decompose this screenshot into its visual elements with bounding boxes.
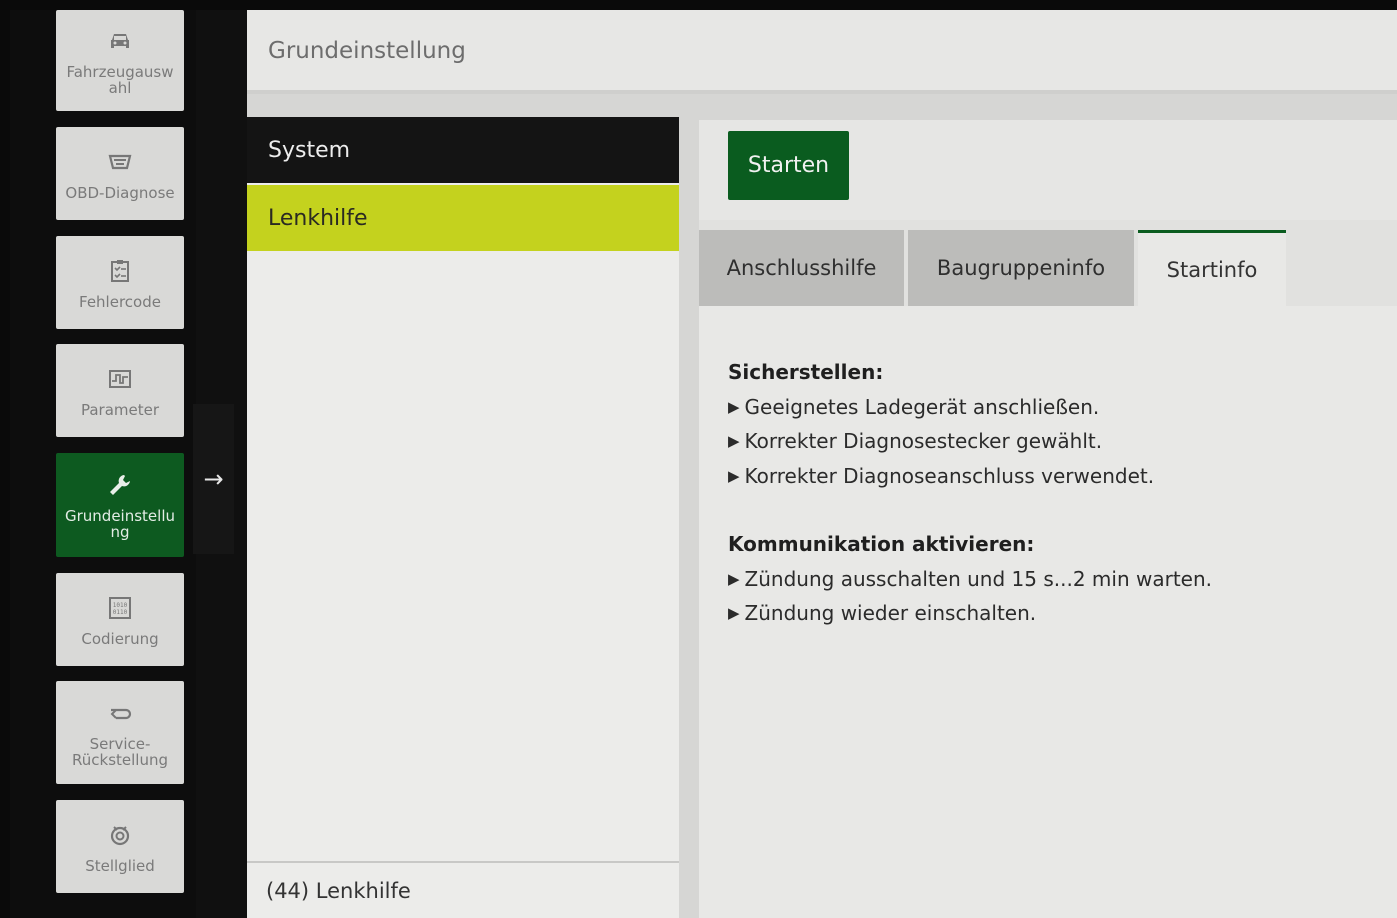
sidebar-item-label: Codierung	[81, 629, 159, 648]
tab-bar: Anschlusshilfe Baugruppeninfo Startinfo	[699, 230, 1397, 306]
screen: Fahrzeugausw ahl OBD-Diagnose Fehlercode…	[10, 10, 1397, 918]
bullet-text: Geeignetes Ladegerät anschließen.	[744, 395, 1100, 419]
bullet-text: Zündung wieder einschalten.	[744, 601, 1037, 625]
bullet-text: Korrekter Diagnoseanschluss verwendet.	[744, 464, 1155, 488]
start-button[interactable]: Starten	[728, 131, 849, 200]
svg-text:1010: 1010	[113, 602, 128, 609]
startinfo-content: Sicherstellen: ▶ Geeignetes Ladegerät ans…	[699, 306, 1397, 918]
car-icon	[105, 26, 135, 56]
triangle-bullet-icon: ▶	[728, 467, 740, 485]
bullet-item: ▶ Geeignetes Ladegerät anschließen.	[728, 395, 1099, 419]
sidebar-item-grundeinstellung[interactable]: Grundeinstellu ng	[56, 453, 184, 557]
triangle-bullet-icon: ▶	[728, 570, 740, 588]
list-header-system: System	[247, 117, 679, 183]
arrow-right-icon: →	[203, 465, 224, 493]
sidebar-item-obd-diagnose[interactable]: OBD-Diagnose	[56, 127, 184, 220]
sidebar-item-label: Fehlercode	[79, 292, 161, 311]
sidebar-item-codierung[interactable]: 1010 0110 Codierung	[56, 573, 184, 666]
checklist-icon	[105, 256, 135, 286]
bullet-item: ▶ Korrekter Diagnosestecker gewählt.	[728, 429, 1102, 453]
bullet-text: Korrekter Diagnosestecker gewählt.	[744, 429, 1103, 453]
tab-baugruppeninfo[interactable]: Baugruppeninfo	[908, 230, 1134, 306]
actuator-icon	[105, 820, 135, 850]
list-footer-selection: (44) Lenkhilfe	[247, 861, 679, 918]
sidebar-item-fahrzeugauswahl[interactable]: Fahrzeugausw ahl	[56, 10, 184, 111]
binary-code-icon: 1010 0110	[105, 593, 135, 623]
sidebar-expand-button[interactable]: →	[193, 404, 234, 554]
sidebar-item-fehlercode[interactable]: Fehlercode	[56, 236, 184, 329]
sidebar-item-stellglied[interactable]: Stellglied	[56, 800, 184, 893]
sidebar: Fahrzeugausw ahl OBD-Diagnose Fehlercode…	[10, 10, 196, 918]
section-title-kommunikation: Kommunikation aktivieren:	[728, 532, 1035, 556]
obd-connector-icon	[105, 147, 135, 177]
content-panel: Starten Anschlusshilfe Baugruppeninfo St…	[699, 120, 1397, 918]
wrench-icon	[105, 470, 135, 500]
sidebar-item-service-rueckstellung[interactable]: Service-Rückstellung	[56, 681, 184, 784]
bullet-text: Zündung ausschalten und 15 s...2 min war…	[744, 567, 1213, 591]
main-area: Grundeinstellung System Lenkhilfe (44) L…	[247, 10, 1397, 918]
sidebar-item-label: Parameter	[80, 400, 160, 419]
bullet-item: ▶ Korrekter Diagnoseanschluss verwendet.	[728, 464, 1154, 488]
service-reset-icon	[105, 698, 135, 728]
start-bar: Starten	[699, 120, 1397, 220]
waveform-icon	[105, 364, 135, 394]
list-item-lenkhilfe[interactable]: Lenkhilfe	[247, 185, 679, 251]
system-list-panel: System Lenkhilfe (44) Lenkhilfe	[247, 117, 679, 918]
page-header: Grundeinstellung	[247, 10, 1397, 94]
sidebar-item-parameter[interactable]: Parameter	[56, 344, 184, 437]
sidebar-item-label: Service-Rückstellung	[72, 734, 168, 769]
section-title-sicherstellen: Sicherstellen:	[728, 360, 884, 384]
triangle-bullet-icon: ▶	[728, 604, 740, 622]
svg-text:0110: 0110	[113, 609, 128, 616]
sidebar-item-label: Stellglied	[85, 856, 155, 875]
sidebar-item-label: OBD-Diagnose	[65, 183, 175, 202]
bullet-item: ▶ Zündung ausschalten und 15 s...2 min wa…	[728, 567, 1212, 591]
triangle-bullet-icon: ▶	[728, 432, 740, 450]
tab-anschlusshilfe[interactable]: Anschlusshilfe	[699, 230, 904, 306]
bullet-item: ▶ Zündung wieder einschalten.	[728, 601, 1036, 625]
page-title: Grundeinstellung	[268, 38, 466, 64]
triangle-bullet-icon: ▶	[728, 398, 740, 416]
sidebar-item-label: Grundeinstellu ng	[65, 507, 175, 541]
tab-startinfo[interactable]: Startinfo	[1138, 230, 1286, 306]
sidebar-item-label: Fahrzeugausw ahl	[66, 62, 174, 97]
